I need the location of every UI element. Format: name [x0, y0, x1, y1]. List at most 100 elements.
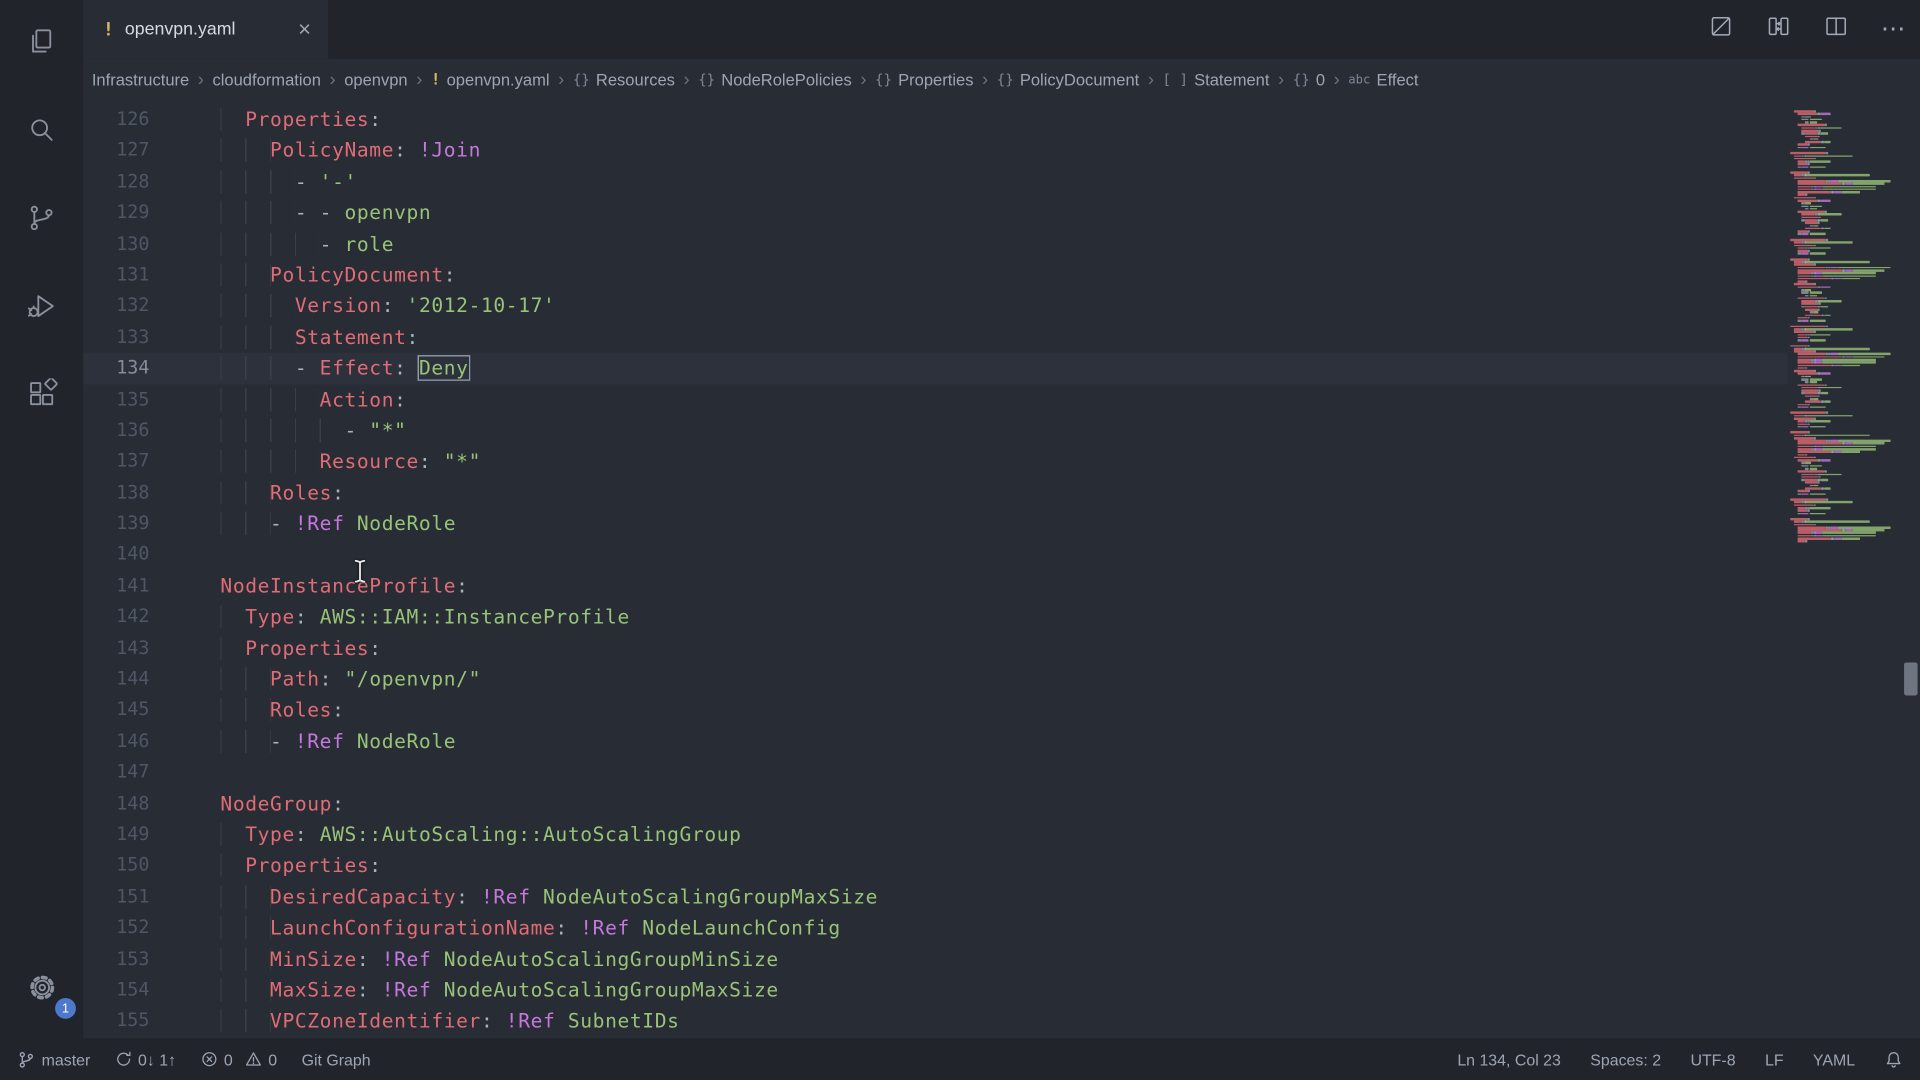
- split-editor-button[interactable]: [1823, 13, 1849, 45]
- line-number: 140: [83, 539, 220, 570]
- minimap[interactable]: [1788, 100, 1901, 1038]
- line-number: 147: [83, 757, 220, 788]
- breadcrumb-item[interactable]: cloudformation: [212, 70, 320, 88]
- code-line[interactable]: 133 Statement:: [83, 322, 1787, 353]
- problems-indicator[interactable]: 0 0: [201, 1050, 277, 1068]
- code-line[interactable]: 139 - !Ref NodeRole: [83, 508, 1787, 539]
- language-indicator[interactable]: YAML: [1813, 1050, 1855, 1068]
- line-number: 154: [83, 975, 220, 1006]
- code-line[interactable]: 126 Properties:: [83, 104, 1787, 135]
- code-line[interactable]: 152 LaunchConfigurationName: !Ref NodeLa…: [83, 912, 1787, 943]
- breadcrumb-item[interactable]: {} Properties: [875, 70, 973, 88]
- code-line[interactable]: 151 DesiredCapacity: !Ref NodeAutoScalin…: [83, 881, 1787, 912]
- code-line[interactable]: 142 Type: AWS::IAM::InstanceProfile: [83, 602, 1787, 633]
- sidebar-item-explorer[interactable]: [12, 12, 71, 71]
- encoding-indicator[interactable]: UTF-8: [1690, 1050, 1735, 1068]
- code-line[interactable]: 134 - Effect: Deny: [83, 353, 1787, 384]
- code-text: - '-': [220, 166, 356, 197]
- breadcrumb-item[interactable]: Infrastructure: [92, 70, 189, 88]
- code-line[interactable]: 141NodeInstanceProfile:: [83, 570, 1787, 601]
- breadcrumb-item[interactable]: {}0: [1293, 70, 1325, 88]
- code-text: Properties:: [220, 850, 381, 881]
- line-number: 132: [83, 291, 220, 322]
- code-line[interactable]: 146 - !Ref NodeRole: [83, 726, 1787, 757]
- code-line[interactable]: 127 PolicyName: !Join: [83, 135, 1787, 166]
- code-text: Resource: "*": [220, 446, 481, 477]
- sidebar-item-run-debug[interactable]: [12, 277, 71, 336]
- scrollbar[interactable]: [1900, 100, 1920, 1038]
- sync-indicator[interactable]: 0↓ 1↑: [115, 1050, 176, 1068]
- sidebar-item-extensions[interactable]: [12, 365, 71, 424]
- object-symbol-icon: {}: [875, 71, 892, 88]
- code-text: - Effect: Deny: [220, 353, 468, 384]
- breadcrumb-label: Properties: [898, 70, 973, 88]
- breadcrumb-item[interactable]: openvpn: [344, 70, 407, 88]
- code-line[interactable]: 143 Properties:: [83, 633, 1787, 664]
- code-line[interactable]: 137 Resource: "*": [83, 446, 1787, 477]
- code-line[interactable]: 130 - role: [83, 228, 1787, 259]
- code-text: MinSize: !Ref NodeAutoScalingGroupMinSiz…: [220, 944, 778, 975]
- code-line[interactable]: 144 Path: "/openvpn/": [83, 664, 1787, 695]
- breadcrumb-item[interactable]: {}NodeRolePolicies: [698, 70, 852, 88]
- cursor-position[interactable]: Ln 134, Col 23: [1457, 1050, 1561, 1068]
- tab-bar: ! openvpn.yaml × ⋯: [83, 0, 1920, 59]
- tab-openvpn-yaml[interactable]: ! openvpn.yaml ×: [83, 0, 328, 59]
- code-line[interactable]: 135 Action:: [83, 384, 1787, 415]
- code-line[interactable]: 131 PolicyDocument:: [83, 260, 1787, 291]
- status-bar-right: Ln 134, Col 23 Spaces: 2 UTF-8 LF YAML: [1457, 1050, 1903, 1068]
- code-text: Type: AWS::IAM::InstanceProfile: [220, 602, 629, 633]
- code-line[interactable]: 140: [83, 539, 1787, 570]
- code-line[interactable]: 155 VPCZoneIdentifier: !Ref SubnetIDs: [83, 1006, 1787, 1037]
- breadcrumb: Infrastructure›cloudformation›openvpn›!o…: [83, 59, 1920, 101]
- branch-indicator[interactable]: master: [17, 1050, 90, 1068]
- code-text: - "*": [220, 415, 406, 446]
- toggle-layout-button[interactable]: [1766, 13, 1792, 45]
- code-text: Roles:: [220, 477, 344, 508]
- code-line[interactable]: 154 MaxSize: !Ref NodeAutoScalingGroupMa…: [83, 975, 1787, 1006]
- breadcrumb-separator: ›: [683, 69, 689, 90]
- code-text: Properties:: [220, 633, 381, 664]
- indentation-indicator[interactable]: Spaces: 2: [1590, 1050, 1661, 1068]
- line-number: 134: [83, 353, 220, 384]
- line-number: 133: [83, 322, 220, 353]
- line-number: 135: [83, 384, 220, 415]
- settings-button[interactable]: 1: [12, 958, 71, 1017]
- breadcrumb-item[interactable]: abcEffect: [1348, 70, 1418, 88]
- extensions-icon: [26, 378, 58, 410]
- search-icon: [26, 114, 58, 146]
- open-changes-button[interactable]: [1708, 13, 1734, 45]
- git-graph-button[interactable]: Git Graph: [302, 1050, 371, 1068]
- sidebar-item-source-control[interactable]: [12, 189, 71, 248]
- code-text: Path: "/openvpn/": [220, 664, 481, 695]
- breadcrumb-item[interactable]: {}Resources: [573, 70, 675, 88]
- code-line[interactable]: 150 Properties:: [83, 850, 1787, 881]
- more-actions-icon[interactable]: ⋯: [1881, 17, 1905, 41]
- line-number: 148: [83, 788, 220, 819]
- code-line[interactable]: 132 Version: '2012-10-17': [83, 291, 1787, 322]
- close-icon[interactable]: ×: [293, 16, 316, 43]
- code-line[interactable]: 148NodeGroup:: [83, 788, 1787, 819]
- sidebar-item-search[interactable]: [12, 100, 71, 159]
- breadcrumb-item[interactable]: [ ]Statement: [1163, 70, 1270, 88]
- code-line[interactable]: 129 - - openvpn: [83, 197, 1787, 228]
- line-number: 127: [83, 135, 220, 166]
- line-number: 131: [83, 260, 220, 291]
- git-graph-label: Git Graph: [302, 1050, 371, 1068]
- breadcrumb-item[interactable]: !openvpn.yaml: [431, 70, 550, 88]
- code-text: PolicyDocument:: [220, 260, 456, 291]
- code-line[interactable]: 136 - "*": [83, 415, 1787, 446]
- code-line[interactable]: 145 Roles:: [83, 695, 1787, 726]
- code-line[interactable]: 147: [83, 757, 1787, 788]
- breadcrumb-item[interactable]: {}PolicyDocument: [997, 70, 1140, 88]
- code-line[interactable]: 153 MinSize: !Ref NodeAutoScalingGroupMi…: [83, 944, 1787, 975]
- editor-group: ! openvpn.yaml × ⋯ Infrastructure › cloudf…: [83, 0, 1920, 1038]
- line-number: 138: [83, 477, 220, 508]
- code-line[interactable]: 128 - '-': [83, 166, 1787, 197]
- error-count: 0: [224, 1050, 233, 1068]
- warning-icon: [245, 1051, 262, 1068]
- code-line[interactable]: 138 Roles:: [83, 477, 1787, 508]
- eol-indicator[interactable]: LF: [1765, 1050, 1784, 1068]
- code-line[interactable]: 149 Type: AWS::AutoScaling::AutoScalingG…: [83, 819, 1787, 850]
- editor-pane[interactable]: 126 Properties:127 PolicyName: !Join128 …: [83, 100, 1920, 1038]
- notifications-button[interactable]: [1884, 1050, 1902, 1068]
